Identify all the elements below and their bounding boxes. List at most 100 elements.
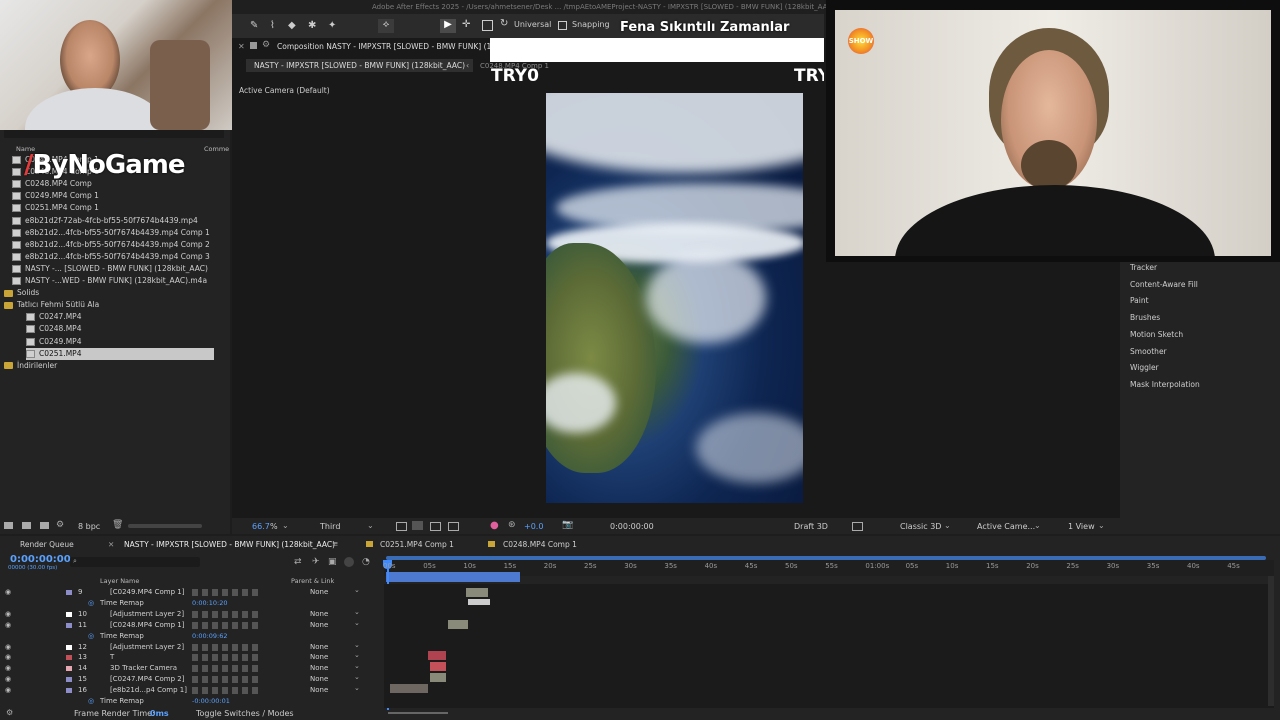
bpc-label[interactable]: 8 bpc	[78, 522, 100, 531]
layer-row[interactable]: ◉ 12 None ⌄ [Adjustment Layer 2]	[0, 640, 380, 653]
layer-row[interactable]: ◉ 15 None ⌄ [C0247.MP4 Comp 2]	[0, 672, 380, 685]
tab-render-queue[interactable]: Render Queue	[20, 540, 74, 549]
region-icon[interactable]	[396, 522, 407, 531]
lock-icon[interactable]	[250, 42, 257, 49]
channel-icon[interactable]: ●	[490, 520, 499, 531]
camera-select[interactable]: Active Came...	[977, 522, 1035, 531]
time-remap-value[interactable]: 0:00:10:20	[192, 598, 228, 609]
parent-dropdown-icon[interactable]: ⌄	[354, 672, 360, 683]
project-scrollbar[interactable]	[128, 524, 202, 528]
visibility-icon[interactable]: ◉	[5, 642, 11, 653]
timeline-zoom-slider[interactable]	[388, 712, 448, 714]
stopwatch-icon[interactable]: ◎	[88, 598, 94, 609]
label-color-swatch[interactable]	[66, 666, 72, 672]
interpret-footage-icon[interactable]	[4, 522, 13, 529]
puppet-tool-icon[interactable]: ✱	[308, 20, 316, 31]
parent-select[interactable]: None	[310, 674, 328, 685]
project-item[interactable]: C0251.MP4 Comp 1	[12, 202, 99, 214]
label-color-swatch[interactable]	[66, 655, 72, 661]
project-item[interactable]: C0249.MP4 Comp 1	[12, 190, 99, 202]
project-search[interactable]	[4, 130, 224, 138]
new-comp-icon[interactable]	[40, 522, 49, 529]
time-remap-row[interactable]: 0:00:09:62 ◎ Time Remap	[0, 631, 380, 642]
layer-switches[interactable]	[192, 654, 262, 662]
guides-icon[interactable]	[448, 522, 459, 531]
comp-settings-icon[interactable]: ⚙	[262, 40, 270, 50]
close-panel-icon[interactable]: ✕	[238, 42, 245, 51]
visibility-icon[interactable]: ◉	[5, 674, 11, 685]
layer-row[interactable]: ◉ 14 None ⌄ 3D Tracker Camera	[0, 662, 380, 674]
label-color-swatch[interactable]	[66, 590, 72, 595]
shy-icon[interactable]: ▣	[328, 557, 337, 567]
toggle-switches-modes[interactable]: Toggle Switches / Modes	[196, 709, 294, 718]
layer-switches[interactable]	[192, 665, 262, 673]
effects-panel-item[interactable]: Content-Aware Fill	[1130, 280, 1198, 289]
col-layer-name[interactable]: Layer Name	[100, 577, 139, 585]
eraser-tool-icon[interactable]: ◆	[288, 20, 296, 31]
view-dropdown-icon[interactable]: ⌄	[1098, 521, 1105, 530]
camera-dropdown-icon[interactable]: ⌄	[1034, 521, 1041, 530]
layer-row[interactable]: ◉ 16 None ⌄ [e8b21d...p4 Comp 1]	[0, 684, 380, 696]
parent-select[interactable]: None	[310, 587, 328, 598]
label-color-swatch[interactable]	[66, 688, 72, 694]
effects-panel-item[interactable]: Brushes	[1130, 313, 1160, 322]
snapping-checkbox[interactable]	[558, 21, 567, 30]
layer-switches[interactable]	[192, 621, 262, 629]
effects-panel-item[interactable]: Tracker	[1130, 263, 1157, 272]
zoom-dropdown-icon[interactable]: ⌄	[282, 521, 289, 530]
resolution-select[interactable]: Third	[320, 522, 340, 531]
exposure-value[interactable]: +0.0	[524, 522, 543, 531]
project-item[interactable]: e8b21d2...4fcb-bf55-50f7674b4439.mp4 Com…	[12, 227, 210, 239]
current-time[interactable]: 0:00:00:00	[10, 554, 71, 565]
layer-bar-11[interactable]	[448, 620, 468, 629]
mask-icon[interactable]	[430, 522, 441, 531]
layer-bar-13[interactable]	[428, 651, 446, 660]
project-item[interactable]: e8b21d2...4fcb-bf55-50f7674b4439.mp4 Com…	[12, 251, 210, 263]
layer-row[interactable]: ◉ 9 None ⌄ [C0249.MP4 Comp 1]	[0, 586, 380, 598]
layer-switches[interactable]	[192, 676, 262, 684]
layer-row[interactable]: ◉ 10 None ⌄ [Adjustment Layer 2]	[0, 608, 380, 620]
project-item[interactable]: e8b21d2f-72ab-4fcb-bf55-50f7674b4439.mp4	[12, 215, 198, 227]
composition-mini-flowchart-icon[interactable]: ⇄	[294, 557, 302, 567]
tab-menu-icon[interactable]: ≡	[332, 539, 338, 548]
new-folder-icon[interactable]	[22, 522, 31, 529]
layer-bar-14[interactable]	[430, 662, 446, 671]
project-item[interactable]: C0247.MP4	[26, 311, 81, 323]
col-comment-header[interactable]: Comme	[204, 145, 229, 153]
view-layout-select[interactable]: 1 View	[1068, 522, 1095, 531]
parent-select[interactable]: None	[310, 685, 328, 696]
snap-axis-icon[interactable]: ⟡	[378, 19, 394, 33]
timeline-search[interactable]: ⌕	[70, 557, 200, 567]
transparency-grid-icon[interactable]	[412, 521, 423, 530]
parent-select[interactable]: None	[310, 620, 328, 631]
col-parent-link[interactable]: Parent & Link	[291, 577, 334, 585]
layer-switches[interactable]	[192, 643, 262, 651]
layer-row[interactable]: ◉ 13 None ⌄ T	[0, 651, 380, 663]
layer-bar-16[interactable]	[390, 684, 428, 693]
close-tab-icon[interactable]: ✕	[108, 540, 114, 549]
effects-panel-item[interactable]: Smoother	[1130, 347, 1167, 356]
settings-icon[interactable]: ⚙	[56, 520, 64, 530]
snapshot-icon[interactable]: 📷	[562, 520, 573, 530]
parent-dropdown-icon[interactable]: ⌄	[354, 640, 360, 651]
grid-toggle-icon[interactable]	[852, 522, 863, 531]
visibility-icon[interactable]: ◉	[5, 685, 11, 696]
select-tool-icon[interactable]: ▶	[440, 19, 456, 33]
layer-switches[interactable]	[192, 687, 262, 695]
time-remap-value[interactable]: -0:00:00:01	[192, 696, 230, 707]
parent-select[interactable]: None	[310, 652, 328, 663]
project-folder[interactable]: Solids	[4, 287, 39, 299]
visibility-icon[interactable]: ◉	[5, 652, 11, 663]
visibility-icon[interactable]: ◉	[5, 609, 11, 620]
parent-select[interactable]: None	[310, 609, 328, 620]
project-folder[interactable]: Tatlıcı Fehmi Sütlü Ala	[4, 299, 99, 311]
effects-panel-item[interactable]: Paint	[1130, 296, 1149, 305]
brush-tool-icon[interactable]: ⌇	[270, 20, 275, 31]
label-color-swatch[interactable]	[66, 644, 72, 650]
resolution-dropdown-icon[interactable]: ⌄	[367, 521, 374, 530]
tab-main-comp[interactable]: NASTY - IMPXSTR [SLOWED - BMW FUNK] (128…	[124, 540, 335, 549]
timeline-scrollbar[interactable]	[1268, 576, 1274, 706]
visibility-icon[interactable]: ◉	[5, 620, 11, 631]
viewer-timecode[interactable]: 0:00:00:00	[610, 522, 654, 531]
draft-3d-toggle[interactable]: Draft 3D	[794, 522, 828, 531]
